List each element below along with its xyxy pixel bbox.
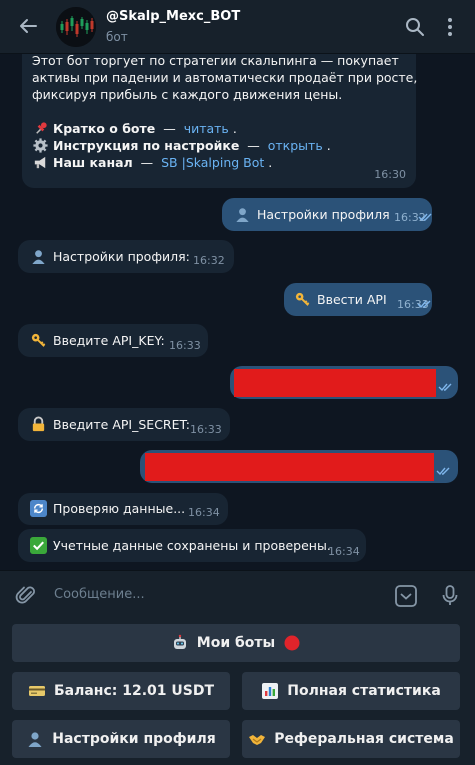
about-separator: — — [159, 121, 180, 136]
chart-icon — [262, 683, 279, 699]
profile-settings-button[interactable]: Настройки профиля — [12, 720, 230, 758]
search-icon[interactable] — [403, 15, 427, 39]
refresh-icon — [30, 500, 47, 517]
key-icon — [295, 292, 310, 306]
outgoing-message: Ввести API 16:33 — [284, 283, 432, 316]
intro-line-1: Этот бот торгует по стратегии скальпинга… — [32, 54, 399, 68]
balance-label: Баланс: 12.01 USDT — [53, 683, 215, 699]
bot-avatar[interactable] — [56, 7, 96, 47]
bot-keyboard: Мои боты Баланс: 12.01 USDT Полная стати… — [0, 620, 475, 765]
check-icon — [30, 537, 47, 554]
intro-line-2: активы при падении и автоматически прода… — [32, 70, 418, 85]
gear-icon — [33, 138, 48, 153]
message-text: Введите API_SECRET: — [53, 417, 190, 432]
message-time: 16:34 — [328, 545, 360, 558]
incoming-message: Введите API_SECRET: 16:33 — [18, 408, 230, 441]
chat-subtitle: бот — [106, 30, 128, 44]
profile-settings-label: Настройки профиля — [52, 731, 216, 747]
handshake-icon — [249, 735, 266, 745]
user-icon — [236, 208, 249, 223]
message-time: 16:34 — [188, 506, 220, 519]
guide-link[interactable]: открыть — [268, 137, 323, 154]
message-text: Настройки профиля — [257, 207, 390, 222]
channel-label: Наш канал — [53, 155, 133, 170]
balance-button[interactable]: Баланс: 12.01 USDT — [12, 672, 230, 710]
about-row: Кратко о боте — читать. — [32, 120, 406, 137]
pushpin-icon — [36, 122, 47, 134]
about-label: Кратко о боте — [53, 121, 156, 136]
message-text: Настройки профиля: — [53, 249, 190, 264]
emoji-icon[interactable] — [393, 583, 419, 609]
message-input[interactable]: Сообщение... — [54, 587, 145, 602]
full-stats-button[interactable]: Полная статистика — [242, 672, 460, 710]
message-list[interactable]: Этот бот торгует по стратегии скальпинга… — [0, 54, 475, 570]
full-stats-label: Полная статистика — [287, 683, 441, 699]
referral-label: Реферальная система — [274, 731, 454, 747]
my-bots-button[interactable]: Мои боты — [12, 624, 460, 662]
message-time: 16:32 — [193, 254, 225, 267]
intro-line-3: фиксируя прибыль с каждого движения цены… — [32, 87, 343, 102]
channel-row: Наш канал — SB |Skalping Bot. — [32, 154, 406, 171]
guide-row: Инструкция по настройке — открыть. — [32, 137, 406, 154]
outgoing-message — [140, 450, 458, 483]
guide-separator: — — [243, 138, 264, 153]
redacted-api-secret — [145, 453, 434, 481]
user-icon — [28, 732, 42, 747]
incoming-message: Настройки профиля: 16:32 — [18, 240, 234, 273]
message-text: Введите API_KEY: — [53, 333, 165, 348]
chat-header: @Skalp_Mexc_BOT бот — [0, 0, 475, 54]
user-icon — [32, 250, 45, 265]
message-text: Учетные данные сохранены и проверены. — [53, 538, 331, 553]
channel-dot: . — [268, 155, 273, 170]
back-arrow-icon[interactable] — [14, 12, 42, 40]
intro-message: Этот бот торгует по стратегии скальпинга… — [22, 54, 418, 188]
message-text: Ввести API — [317, 292, 387, 307]
paperclip-icon[interactable] — [14, 583, 40, 609]
key-icon — [31, 333, 46, 347]
lock-icon — [32, 416, 45, 432]
robot-icon — [173, 634, 186, 649]
mic-icon[interactable] — [437, 583, 463, 609]
double-check-icon — [438, 383, 452, 392]
double-check-icon — [436, 467, 450, 476]
outgoing-message — [230, 366, 458, 399]
guide-label: Инструкция по настройке — [53, 138, 240, 153]
message-time: 16:33 — [190, 423, 222, 436]
banknote-icon — [28, 686, 45, 696]
redacted-api-key — [234, 369, 436, 397]
channel-link[interactable]: SB |Skalping Bot — [161, 154, 264, 171]
message-time: 16:30 — [374, 168, 406, 181]
message-composer: Сообщение... — [0, 570, 475, 620]
about-link[interactable]: читать — [184, 120, 229, 137]
message-time: 16:33 — [169, 339, 201, 352]
incoming-message: Введите API_KEY: 16:33 — [18, 324, 208, 357]
megaphone-icon — [34, 156, 46, 169]
channel-separator: — — [136, 155, 158, 170]
message-text: Проверяю данные... — [53, 501, 186, 516]
chat-title[interactable]: @Skalp_Mexc_BOT — [106, 9, 240, 24]
guide-dot: . — [326, 138, 331, 153]
more-icon[interactable] — [438, 15, 462, 39]
referral-button[interactable]: Реферальная система — [242, 720, 460, 758]
incoming-message: Учетные данные сохранены и проверены. 16… — [18, 529, 366, 562]
red-circle-icon — [284, 635, 300, 651]
double-check-icon — [418, 213, 432, 222]
double-check-icon — [417, 300, 431, 309]
outgoing-message: Настройки профиля 16:32 — [222, 198, 432, 231]
about-dot: . — [232, 121, 237, 136]
my-bots-label: Мои боты — [196, 635, 276, 651]
incoming-message: Проверяю данные... 16:34 — [18, 493, 228, 525]
